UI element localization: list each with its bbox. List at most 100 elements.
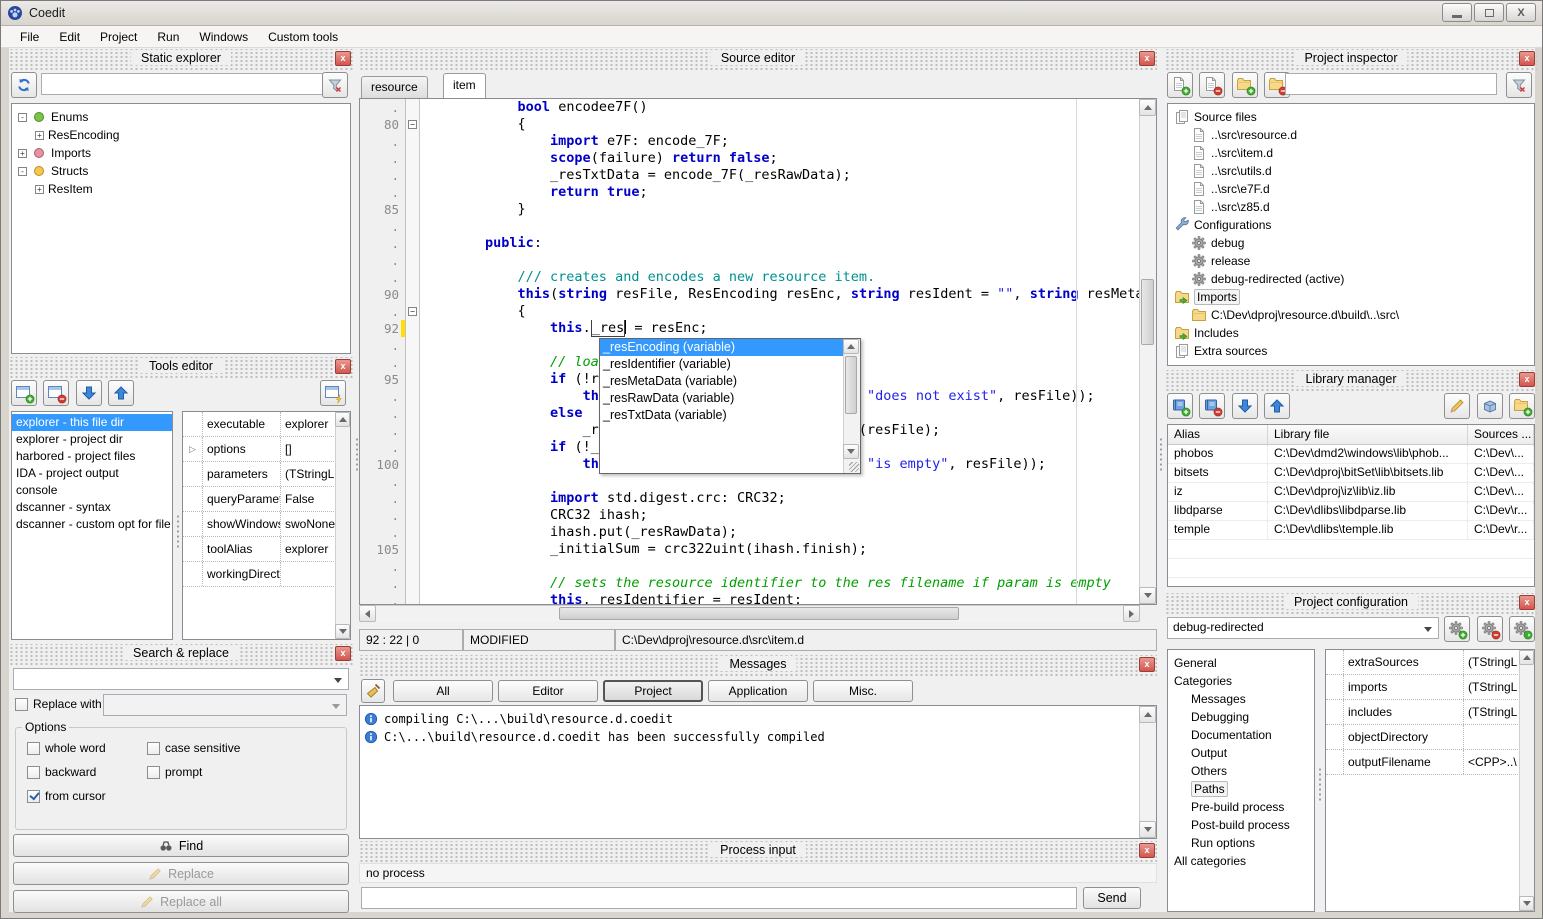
clear-filter-button[interactable] xyxy=(322,72,348,98)
row-expander[interactable] xyxy=(1326,725,1344,749)
menu-windows[interactable]: Windows xyxy=(190,28,257,46)
static-explorer-header[interactable]: Static explorer x xyxy=(9,49,353,70)
list-item[interactable]: harbored - project files xyxy=(12,448,172,465)
code-text[interactable]: this._res = resEnc; xyxy=(420,320,1156,337)
scroll-up-button[interactable] xyxy=(1519,650,1534,665)
fold-gutter[interactable] xyxy=(406,592,420,605)
fold-gutter[interactable] xyxy=(406,456,420,473)
collapse-icon[interactable]: - xyxy=(18,113,27,122)
move-library-down-button[interactable] xyxy=(1232,393,1258,419)
case-sensitive-checkbox[interactable]: case sensitive xyxy=(147,741,240,755)
row-expander[interactable] xyxy=(183,537,203,561)
code-line[interactable]: 85 } xyxy=(360,201,1156,218)
configuration-combo[interactable]: debug-redirected xyxy=(1167,617,1439,639)
fold-gutter[interactable] xyxy=(406,133,420,150)
close-icon[interactable]: x xyxy=(1139,51,1155,66)
code-line[interactable]: .− { xyxy=(360,303,1156,320)
close-button[interactable]: X xyxy=(1506,3,1536,22)
tree-item-paths[interactable]: Paths xyxy=(1170,780,1312,798)
column-header[interactable]: Library file xyxy=(1268,425,1468,444)
minimize-button[interactable] xyxy=(1442,3,1472,22)
menu-file[interactable]: File xyxy=(11,28,48,46)
row-expander[interactable]: ▷ xyxy=(183,437,203,461)
title-bar[interactable]: Coedit X xyxy=(1,1,1542,26)
property-row[interactable]: objectDirectory xyxy=(1326,725,1534,750)
fold-gutter[interactable] xyxy=(406,320,420,337)
menu-run[interactable]: Run xyxy=(148,28,188,46)
fold-gutter[interactable] xyxy=(406,354,420,371)
scroll-up-button[interactable] xyxy=(843,339,859,354)
code-line[interactable]: . ihash.put(_resRawData); xyxy=(360,524,1156,541)
list-item[interactable]: IDA - project output xyxy=(12,465,172,482)
fold-gutter[interactable] xyxy=(406,405,420,422)
property-row[interactable]: includes(TStringL xyxy=(1326,700,1534,725)
fold-gutter[interactable] xyxy=(406,218,420,235)
code-text[interactable]: public: xyxy=(420,235,1156,252)
completion-item[interactable]: _resRawData (variable) xyxy=(600,390,843,407)
code-line[interactable]: . _resTxtData = encode_7F(_resRawData); xyxy=(360,167,1156,184)
list-item[interactable]: dscanner - syntax xyxy=(12,499,172,516)
code-text[interactable] xyxy=(420,252,1156,269)
resize-grip[interactable] xyxy=(849,462,859,472)
table-row[interactable]: phobosC:\Dev\dmd2\windows\lib\phob...C:\… xyxy=(1168,445,1534,464)
code-text[interactable] xyxy=(420,218,1156,235)
tree-item-source-files[interactable]: Source files xyxy=(1170,108,1532,126)
fold-gutter[interactable] xyxy=(406,524,420,541)
list-item[interactable]: explorer - this file dir xyxy=(12,414,172,431)
code-line[interactable]: 92 this._res = resEnc; xyxy=(360,320,1156,337)
add-tool-button[interactable] xyxy=(11,380,37,406)
code-line[interactable]: . xyxy=(360,558,1156,575)
move-tool-down-button[interactable] xyxy=(76,380,102,406)
tree-item-resitem[interactable]: +ResItem xyxy=(14,180,348,198)
code-text[interactable]: this(string resFile, ResEncoding resEnc,… xyxy=(420,286,1156,303)
code-line[interactable]: . CRC32 ihash; xyxy=(360,507,1156,524)
execute-tool-button[interactable] xyxy=(320,380,346,406)
fold-gutter[interactable] xyxy=(406,439,420,456)
tree-item-src-e7f-d[interactable]: ..\src\e7F.d xyxy=(1170,180,1532,198)
replace-all-button[interactable]: Replace all xyxy=(13,890,349,913)
add-file-button[interactable] xyxy=(1167,72,1193,98)
tree-item-imports[interactable]: Imports xyxy=(1170,288,1532,306)
row-expander[interactable] xyxy=(183,562,203,586)
add-library-button[interactable] xyxy=(1167,393,1193,419)
right-splitter[interactable] xyxy=(1157,49,1165,912)
scroll-up-button[interactable] xyxy=(1139,99,1156,116)
code-text[interactable]: _resTxtData = encode_7F(_resRawData); xyxy=(420,167,1156,184)
scroll-right-button[interactable] xyxy=(1123,605,1140,622)
tab-item[interactable]: item xyxy=(443,73,486,98)
fold-gutter[interactable] xyxy=(406,235,420,252)
tree-item-debug-redirected-active[interactable]: debug-redirected (active) xyxy=(1170,270,1532,288)
code-text[interactable] xyxy=(420,473,1156,490)
close-icon[interactable]: x xyxy=(1139,657,1155,672)
fold-gutter[interactable] xyxy=(406,371,420,388)
scroll-down-button[interactable] xyxy=(843,444,859,459)
send-button[interactable]: Send xyxy=(1083,887,1141,909)
tree-item-post-build-process[interactable]: Post-build process xyxy=(1170,816,1312,834)
property-row[interactable]: outputFilename<CPP>..\ xyxy=(1326,750,1534,775)
fold-gutter[interactable] xyxy=(406,490,420,507)
close-icon[interactable]: x xyxy=(335,51,351,66)
tree-item-others[interactable]: Others xyxy=(1170,762,1312,780)
refresh-button[interactable] xyxy=(11,72,37,98)
tree-item-c-dev-dproj-resource-d-build-src[interactable]: C:\Dev\dproj\resource.d\build\..\src\ xyxy=(1170,306,1532,324)
tree-item-debugging[interactable]: Debugging xyxy=(1170,708,1312,726)
process-input-field[interactable] xyxy=(361,887,1077,909)
scroll-down-button[interactable] xyxy=(1519,896,1534,911)
tree-item-src-utils-d[interactable]: ..\src\utils.d xyxy=(1170,162,1532,180)
config-splitter[interactable] xyxy=(1316,649,1324,912)
close-icon[interactable]: x xyxy=(1519,51,1535,66)
code-line[interactable]: . return true; xyxy=(360,184,1156,201)
column-header[interactable]: Sources ... xyxy=(1468,425,1534,444)
tools-grid-scrollbar[interactable] xyxy=(335,412,350,639)
scroll-down-button[interactable] xyxy=(1139,587,1156,604)
tree-item-general[interactable]: General xyxy=(1170,654,1312,672)
fold-gutter[interactable] xyxy=(406,507,420,524)
close-icon[interactable]: x xyxy=(335,359,351,374)
scroll-thumb[interactable] xyxy=(845,356,857,414)
property-row[interactable]: workingDirectory xyxy=(183,562,350,587)
remove-library-button[interactable] xyxy=(1199,393,1225,419)
code-line[interactable]: . xyxy=(360,473,1156,490)
code-text[interactable]: /// creates and encodes a new resource i… xyxy=(420,269,1156,286)
tree-item-src-z85-d[interactable]: ..\src\z85.d xyxy=(1170,198,1532,216)
filter-button-misc[interactable]: Misc. xyxy=(813,680,913,702)
